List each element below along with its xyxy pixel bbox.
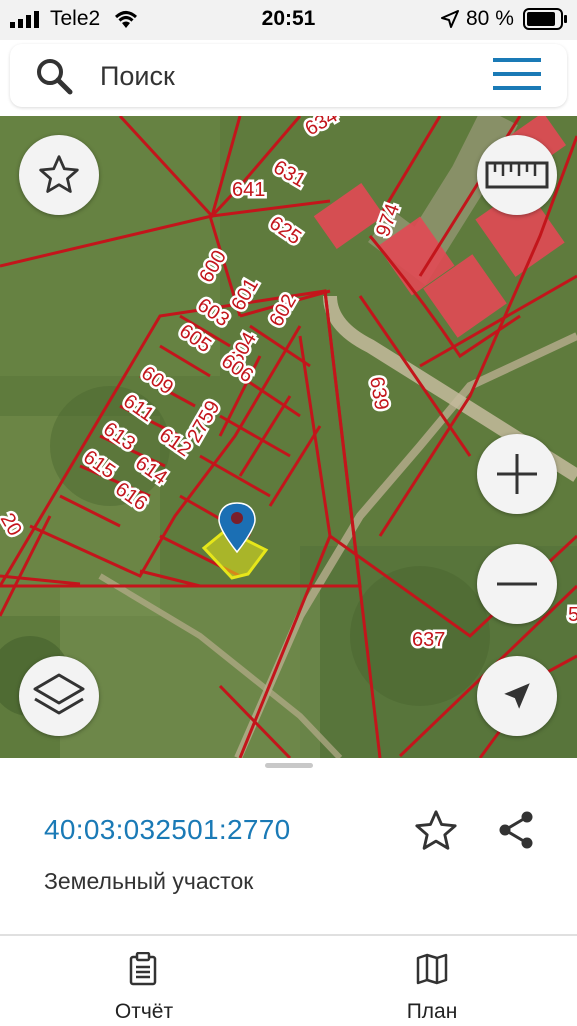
menu-icon[interactable] (493, 58, 543, 92)
map-view[interactable]: 634 631 641 625 974 600 601 603 602 605 … (0, 116, 577, 758)
search-input[interactable]: Поиск (100, 61, 175, 92)
satellite-map[interactable]: 634 631 641 625 974 600 601 603 602 605 … (0, 116, 577, 758)
tab-plan-label: План (406, 1000, 458, 1023)
search-bar[interactable]: Поиск (10, 44, 567, 107)
star-icon (39, 155, 79, 193)
parcel-label: 637 (412, 629, 445, 651)
clipboard-icon (129, 952, 157, 986)
parcel-label: 5 (568, 604, 577, 626)
locate-arrow-icon (504, 683, 530, 709)
tab-report[interactable]: Отчёт (44, 936, 244, 1026)
share-icon[interactable] (496, 810, 536, 850)
tab-bar: Отчёт План (0, 934, 577, 1026)
cadastral-number[interactable]: 40:03:032501:2770 (44, 814, 290, 846)
layers-icon (33, 673, 85, 715)
zoom-in-button[interactable] (477, 434, 557, 514)
ruler-button[interactable] (477, 135, 557, 215)
map-icon (416, 953, 448, 985)
parcel-label: 641 (232, 179, 265, 201)
layers-button[interactable] (19, 656, 99, 736)
ruler-icon (485, 161, 549, 189)
tab-plan[interactable]: План (332, 936, 532, 1026)
battery-percent: 80 % (466, 7, 514, 30)
zoom-out-icon (497, 582, 537, 586)
favorite-star-icon[interactable] (413, 808, 459, 854)
search-icon[interactable] (34, 56, 74, 96)
zoom-in-icon (497, 454, 537, 494)
favorites-button[interactable] (19, 135, 99, 215)
location-arrow-icon (441, 10, 459, 28)
parcel-type: Земельный участок (44, 868, 254, 894)
parcel-info-sheet: 40:03:032501:2770 Земельный участок (0, 758, 577, 934)
tab-report-label: Отчёт (114, 1000, 174, 1023)
zoom-out-button[interactable] (477, 544, 557, 624)
sheet-drag-handle[interactable] (265, 763, 313, 768)
status-bar: Tele2 20:51 80 % (0, 0, 577, 40)
battery-icon (523, 8, 567, 30)
my-location-button[interactable] (477, 656, 557, 736)
